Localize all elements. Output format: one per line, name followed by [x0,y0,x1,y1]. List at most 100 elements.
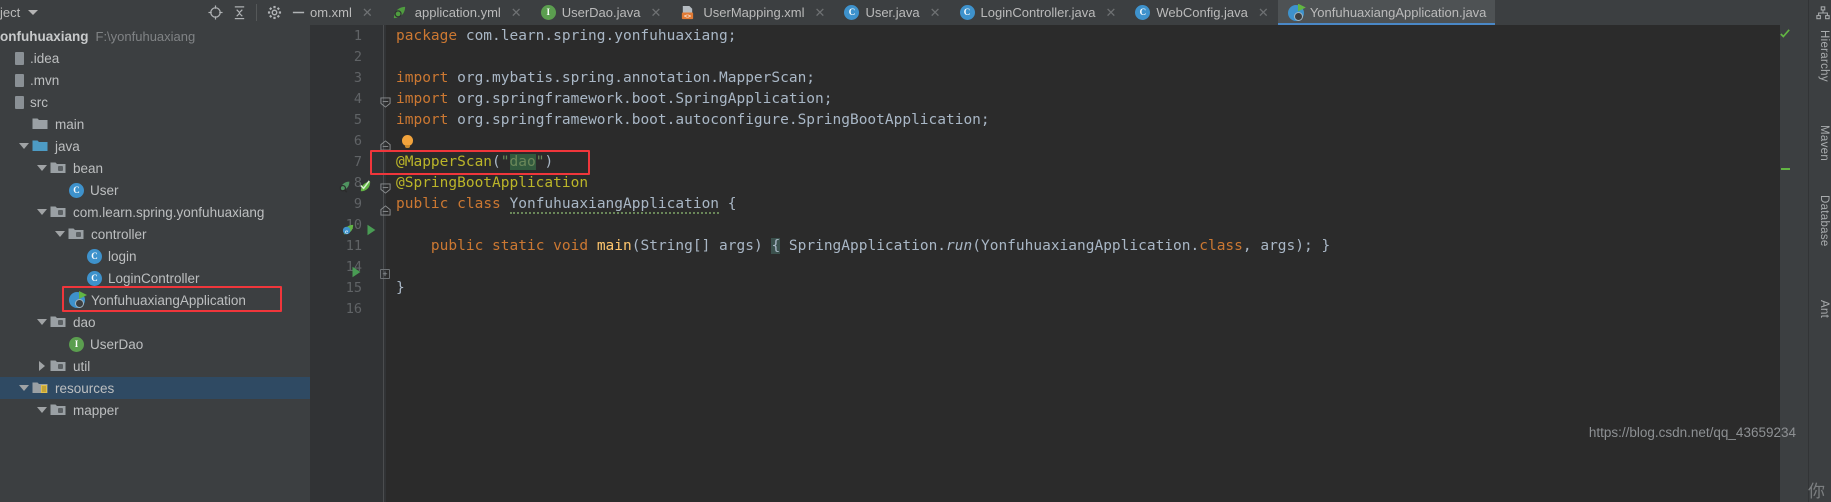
code-line[interactable]: 8 @SpringBootApplication [310,172,1791,193]
editor-tab-label: UserMapping.xml [703,5,805,20]
editor-tab-yonfuhuaxiangapplication-java[interactable]: YonfuhuaxiangApplication.java [1277,0,1496,25]
tree-item-src[interactable]: src [0,91,310,113]
tree-item-mapper[interactable]: mapper [0,399,310,421]
settings-gear-icon[interactable] [262,1,286,25]
chevron-down-icon[interactable] [28,10,39,15]
hide-panel-icon[interactable] [286,1,310,25]
run-class-icon[interactable] [364,223,379,238]
chevron-down-icon[interactable] [18,377,30,399]
code-editor[interactable]: 1 package com.learn.spring.yonfuhuaxiang;… [310,25,1791,502]
tab-close-icon[interactable]: ✕ [362,5,373,21]
tree-item-logincontroller[interactable]: C LoginController [0,267,310,289]
chevron-down-icon[interactable] [36,201,48,223]
editor-tab-userdao-java[interactable]: I UserDao.java ✕ [531,0,671,25]
right-tool-sidebar[interactable]: Hierarchy Maven Database Ant [1808,0,1831,502]
tree-item-java[interactable]: java [0,135,310,157]
run-method-icon[interactable] [349,265,364,280]
tree-item-idea[interactable]: .idea [0,47,310,69]
editor-tab-application-yml[interactable]: application.yml ✕ [382,0,531,25]
chevron-down-icon[interactable] [36,157,48,179]
tree-item-user[interactable]: C User [0,179,310,201]
editor-tab-logincontroller-java[interactable]: C LoginController.java ✕ [950,0,1126,25]
svg-text:<>: <> [684,13,692,20]
tool-window-maven[interactable]: Maven [1811,125,1830,161]
code-content[interactable]: 1 package com.learn.spring.yonfuhuaxiang;… [310,25,1791,502]
editor-tab-label: YonfuhuaxiangApplication.java [1309,5,1487,20]
tree-item-util[interactable]: util [0,355,310,377]
code-line[interactable]: 1 package com.learn.spring.yonfuhuaxiang; [310,25,1791,46]
tree-item-bean[interactable]: bean [0,157,310,179]
chevron-down-icon[interactable] [36,311,48,333]
line-number: 6 [353,132,362,149]
class-icon: C [87,248,102,264]
locate-icon[interactable] [203,1,227,25]
tree-item-com-learn-spring-yonfuhuaxiang[interactable]: com.learn.spring.yonfuhuaxiang [0,201,310,223]
tree-item-mvn[interactable]: .mvn [0,69,310,91]
code-line[interactable]: 16 [310,298,1791,319]
code-line[interactable]: 4 import org.springframework.boot.SpringA… [310,88,1791,109]
editor-tab-user-java[interactable]: C User.java ✕ [834,0,949,25]
tool-window-ant[interactable]: Ant [1811,300,1830,318]
tree-item-main[interactable]: main [0,113,310,135]
tab-close-icon[interactable]: ✕ [511,5,522,21]
code-line[interactable]: 5 import org.springframework.boot.autocon… [310,109,1791,130]
project-path: F:\yonfuhuaxiang [95,28,196,44]
tree-item-label: resources [55,380,115,396]
tree-item-yonfuhuaxiangapplication[interactable]: YonfuhuaxiangApplication [0,289,310,311]
code-line[interactable]: 15} [310,277,1791,298]
project-panel-label[interactable]: ject [0,5,20,20]
code-line[interactable]: 2 [310,46,1791,67]
tree-item-label: com.learn.spring.yonfuhuaxiang [73,204,265,220]
code-line[interactable]: 3 import org.mybatis.spring.annotation.Ma… [310,67,1791,88]
spring-bean-icon[interactable]: e [341,222,356,237]
code-line[interactable]: 11 public static void main(String[] args… [310,235,1791,256]
project-tree[interactable]: .idea .mvn src main java bean C User com.learn.s… [0,47,310,421]
fold-marker-line7[interactable] [380,183,391,194]
chevron-down-icon[interactable] [18,135,30,157]
chevron-down-icon[interactable] [36,399,48,421]
marker-stripe[interactable] [1781,168,1790,170]
tree-item-resources[interactable]: resources [0,377,310,399]
intention-bulb-icon[interactable] [402,135,413,148]
code-line[interactable]: 6 [310,130,1791,151]
chevron-down-icon[interactable] [54,223,66,245]
fold-marker-line11[interactable]: + [380,269,390,279]
tool-window-database[interactable]: Database [1811,195,1830,247]
fold-marker-line5[interactable] [380,140,391,151]
bean-check-icon[interactable] [358,179,373,194]
chevron-right-icon[interactable] [36,355,48,377]
tab-close-icon[interactable]: ✕ [650,5,661,21]
tree-item-dao[interactable]: dao [0,311,310,333]
code-line[interactable]: 10 [310,214,1791,235]
hierarchy-tree-icon[interactable] [1813,6,1831,23]
editor-tab-strip[interactable]: om.xml ✕ application.yml ✕ I UserDao.java ✕ <> U… [310,0,1805,25]
code-line[interactable]: 14 [310,256,1791,277]
tool-window-hierarchy[interactable]: Hierarchy [1811,30,1830,82]
code-line[interactable]: 7 @MapperScan("dao") [310,151,1791,172]
tab-close-icon[interactable]: ✕ [1258,5,1269,21]
editor-tab-usermapping-xml[interactable]: <> UserMapping.xml ✕ [670,0,834,25]
tree-item-label: main [55,116,85,132]
spring-boot-class-icon [69,292,85,308]
tab-close-icon[interactable]: ✕ [1105,5,1116,21]
tree-item-userdao[interactable]: I UserDao [0,333,310,355]
tree-item-label: LoginController [108,270,200,286]
fold-marker-line8[interactable] [380,205,391,216]
editor-tab-om-xml[interactable]: om.xml ✕ [310,0,382,25]
tab-close-icon[interactable]: ✕ [930,5,941,21]
code-line[interactable]: 9 public class YonfuhuaxiangApplication { [310,193,1791,214]
tree-item-login[interactable]: Clogin [0,245,310,267]
tree-item-controller[interactable]: controller [0,223,310,245]
editor-tab-webconfig-java[interactable]: C WebConfig.java ✕ [1125,0,1277,25]
project-root-row[interactable]: onfuhuaxiang F:\yonfuhuaxiang [0,25,310,47]
tree-item-label: src [30,94,48,110]
inspection-ok-icon[interactable] [1780,29,1790,42]
bean-inspect-icon[interactable] [338,179,353,194]
fold-marker-line3[interactable] [380,97,391,108]
collapse-all-icon[interactable] [227,1,251,25]
tab-close-icon[interactable]: ✕ [815,5,826,21]
project-tool-window[interactable]: onfuhuaxiang F:\yonfuhuaxiang .idea .mvn s… [0,25,310,502]
